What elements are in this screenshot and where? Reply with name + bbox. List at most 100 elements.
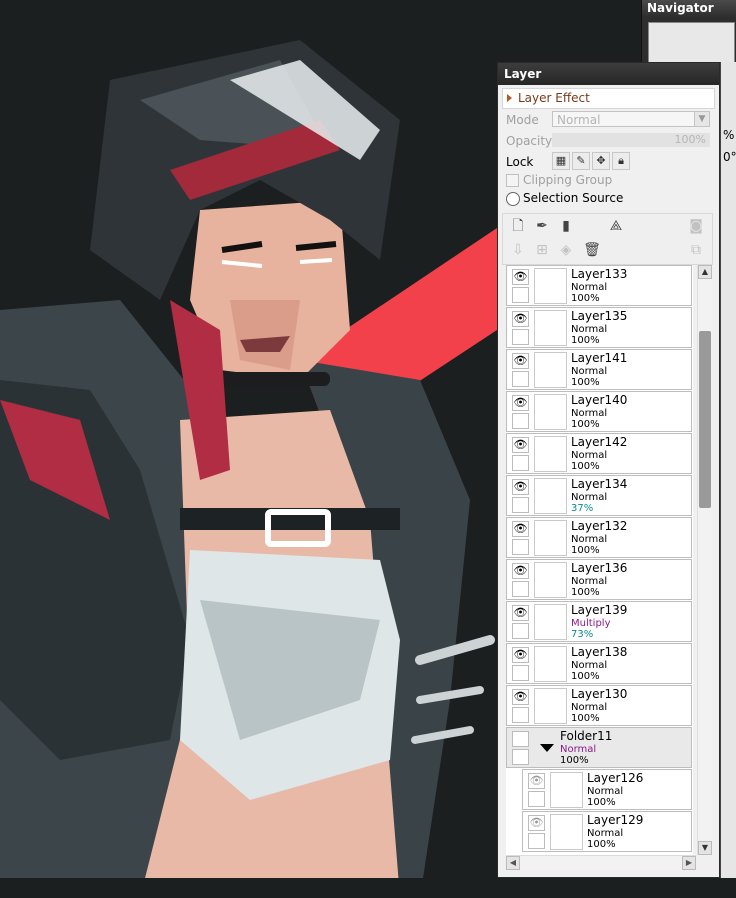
new-layer-icon[interactable]: 🗋 <box>509 217 527 235</box>
eye-icon[interactable]: 👁 <box>512 353 529 369</box>
eye-icon[interactable]: 👁 <box>512 647 529 663</box>
layer-row[interactable]: 👁 Layer129 Normal 100% <box>522 811 692 852</box>
eye-icon[interactable]: 👁 <box>512 437 529 453</box>
eye-icon[interactable]: 👁 <box>512 605 529 621</box>
clipping-group-checkbox[interactable] <box>506 174 519 187</box>
layer-name: Layer138 <box>571 645 628 659</box>
navigator-preview[interactable] <box>648 22 735 64</box>
selection-source-radio[interactable] <box>506 192 520 206</box>
lock-transparency-icon[interactable]: ▦ <box>552 152 570 170</box>
layer-thumbnail <box>534 604 567 640</box>
layer-opacity: 100% <box>571 419 600 430</box>
layer-effect-toggle[interactable]: Layer Effect <box>502 88 715 109</box>
layer-select-box[interactable] <box>512 455 529 471</box>
layer-row[interactable]: 👁 Layer126 Normal 100% <box>522 769 692 810</box>
layer-select-box[interactable] <box>512 539 529 555</box>
adjacent-panel-fragment-1: % <box>723 128 735 142</box>
eye-icon[interactable]: 👁 <box>512 479 529 495</box>
eye-icon[interactable]: 👁 <box>512 269 529 285</box>
scroll-right-icon[interactable]: ▶ <box>682 856 696 870</box>
lock-all-icon[interactable]: 🔒︎ <box>612 152 630 170</box>
eye-icon[interactable]: 👁 <box>512 563 529 579</box>
layer-name: Layer136 <box>571 561 628 575</box>
layer-row[interactable]: 👁 Layer140 Normal 100% <box>506 391 692 432</box>
layer-select-box[interactable] <box>512 329 529 345</box>
blend-mode-value: Normal <box>557 113 601 127</box>
new-folder-icon[interactable]: ▮ <box>557 217 575 235</box>
opacity-label: Opacity <box>506 134 553 148</box>
layer-opacity: 37% <box>571 503 594 514</box>
scroll-up-icon[interactable]: ▲ <box>698 265 712 279</box>
eye-icon[interactable]: 👁 <box>528 773 545 789</box>
trash-icon[interactable]: 🗑︎ <box>583 241 601 259</box>
opacity-row: Opacity 100% <box>506 130 719 151</box>
layer-opacity: 100% <box>560 755 589 766</box>
scrollbar-thumb[interactable] <box>699 331 711 508</box>
folder-collapse-icon[interactable] <box>540 744 554 752</box>
layer-name: Layer142 <box>571 435 628 449</box>
layer-opacity: 100% <box>571 713 600 724</box>
clear-layer-icon[interactable]: ◈ <box>557 241 575 259</box>
layer-row[interactable]: 👁 Layer132 Normal 100% <box>506 517 692 558</box>
layer-select-box[interactable] <box>512 581 529 597</box>
folder-row[interactable]: Folder11 Normal 100% <box>506 727 692 768</box>
opacity-slider[interactable]: 100% <box>552 133 710 147</box>
layer-opacity: 100% <box>571 545 600 556</box>
layer-blend-mode: Normal <box>571 660 608 671</box>
merge-visible-icon[interactable]: ⧉ <box>687 241 705 259</box>
layer-select-box[interactable] <box>512 413 529 429</box>
layer-select-box[interactable] <box>512 623 529 639</box>
scroll-down-icon[interactable]: ▼ <box>698 841 712 855</box>
layer-row[interactable]: 👁 Layer135 Normal 100% <box>506 307 692 348</box>
eye-icon[interactable]: 👁 <box>512 311 529 327</box>
layer-list-vertical-scrollbar[interactable]: ▲ ▼ <box>697 265 712 855</box>
eye-icon[interactable]: 👁 <box>512 521 529 537</box>
layer-toolbar: 🗋 ✒ ▮ ⟁ ◙ ⇩ ⊞ ◈ 🗑︎ ⧉ <box>502 213 713 265</box>
clipping-group-row[interactable]: Clipping Group <box>506 172 719 190</box>
layer-row[interactable]: 👁 Layer134 Normal 37% <box>506 475 692 516</box>
layer-row[interactable]: 👁 Layer142 Normal 100% <box>506 433 692 474</box>
layer-name: Layer129 <box>587 813 644 827</box>
layer-select-box[interactable] <box>528 791 545 807</box>
layer-row[interactable]: 👁 Layer136 Normal 100% <box>506 559 692 600</box>
eye-icon[interactable]: 👁 <box>512 395 529 411</box>
lock-paint-icon[interactable]: ✎ <box>572 152 590 170</box>
layer-row[interactable]: 👁 Layer139 Multiply 73% <box>506 601 692 642</box>
layer-name: Layer132 <box>571 519 628 533</box>
layer-select-box[interactable] <box>512 707 529 723</box>
visibility-toggle[interactable] <box>512 731 529 747</box>
chevron-down-icon: ▼ <box>694 112 709 126</box>
new-linework-layer-icon[interactable]: ✒ <box>533 217 551 235</box>
eye-icon[interactable]: 👁 <box>512 689 529 705</box>
layer-effect-label: Layer Effect <box>518 91 590 105</box>
layer-select-box[interactable] <box>512 497 529 513</box>
layer-select-box[interactable] <box>512 665 529 681</box>
selection-source-row[interactable]: Selection Source <box>506 190 719 208</box>
layer-row[interactable]: 👁 Layer138 Normal 100% <box>506 643 692 684</box>
layer-row[interactable]: 👁 Layer141 Normal 100% <box>506 349 692 390</box>
layer-name: Layer133 <box>571 267 628 281</box>
layer-blend-mode: Normal <box>571 282 608 293</box>
navigator-panel: Navigator <box>641 0 736 64</box>
layer-row[interactable]: 👁 Layer133 Normal 100% <box>506 265 692 306</box>
layer-thumbnail <box>534 436 567 472</box>
layer-list-horizontal-scrollbar[interactable]: ◀ ▶ <box>506 855 696 870</box>
layer-blend-mode: Normal <box>560 744 597 755</box>
merge-down-icon[interactable]: ⊞ <box>533 241 551 259</box>
layer-thumbnail <box>534 562 567 598</box>
layer-name: Layer135 <box>571 309 628 323</box>
blend-mode-select[interactable]: Normal ▼ <box>552 111 710 127</box>
layer-row[interactable]: 👁 Layer130 Normal 100% <box>506 685 692 726</box>
layer-select-box[interactable] <box>512 371 529 387</box>
layer-select-box[interactable] <box>528 833 545 849</box>
lock-move-icon[interactable]: ✥ <box>592 152 610 170</box>
apply-mask-icon[interactable]: ◙ <box>687 217 705 235</box>
transfer-down-icon[interactable]: ⇩ <box>509 241 527 259</box>
eye-icon[interactable]: 👁 <box>528 815 545 831</box>
layer-list: 👁 Layer133 Normal 100% 👁 Layer135 Normal 100% 👁 L… <box>506 265 693 855</box>
layer-options-icon[interactable]: ⟁ <box>607 217 625 235</box>
layer-opacity: 73% <box>571 629 594 640</box>
layer-select-box[interactable] <box>512 749 529 765</box>
layer-select-box[interactable] <box>512 287 529 303</box>
scroll-left-icon[interactable]: ◀ <box>506 856 520 870</box>
